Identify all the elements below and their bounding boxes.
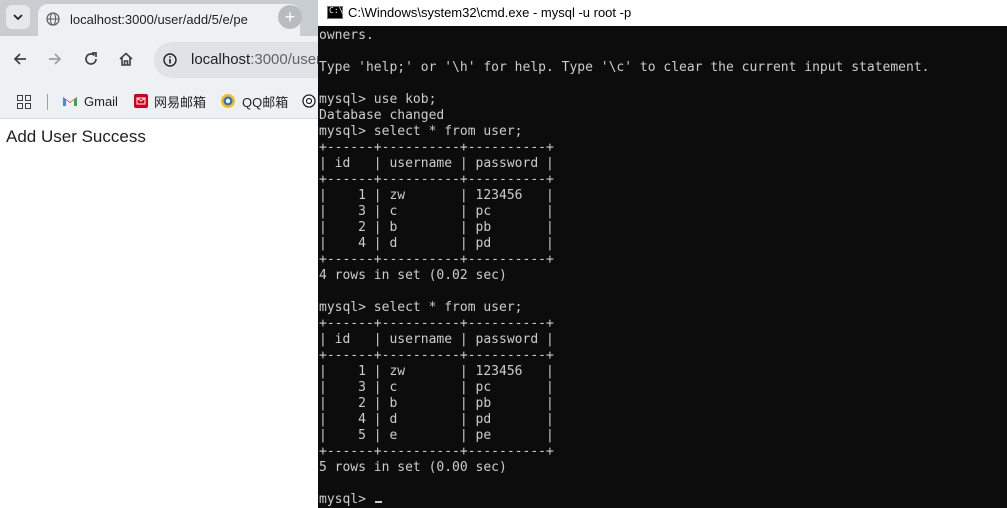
tab-title: localhost:3000/user/add/5/e/pe [70, 12, 248, 27]
cmd-app-icon: C:\ [327, 6, 343, 19]
browser-tab[interactable]: localhost:3000/user/add/5/e/pe ✕ [38, 4, 300, 36]
reload-button[interactable] [80, 48, 102, 70]
arrow-right-icon [49, 53, 62, 65]
netease-mail-icon [134, 94, 148, 108]
bookmark-gmail[interactable]: Gmail [62, 90, 118, 112]
console-line: +------+----------+----------+ [319, 172, 554, 187]
site-info-icon[interactable] [163, 53, 177, 67]
gmail-icon [63, 97, 77, 106]
arrow-left-icon [13, 53, 26, 65]
console-line: mysql> select * from user; [319, 300, 523, 315]
console-line: | 2 | b | pb | [319, 220, 554, 235]
console-line: +------+----------+----------+ [319, 316, 554, 331]
openai-icon [302, 94, 316, 108]
globe-icon [46, 12, 60, 26]
address-host: localhost [191, 51, 251, 68]
console-line: +------+----------+----------+ [319, 252, 554, 267]
console-line: | 1 | zw | 123456 | [319, 188, 554, 203]
tab-search-button[interactable] [6, 5, 30, 29]
bookmark-label: 网易邮箱 [154, 94, 207, 110]
new-tab-button[interactable]: + [278, 5, 302, 29]
console-line: Type 'help;' or '\h' for help. Type '\c'… [319, 60, 930, 75]
page-message: Add User Success [6, 127, 146, 146]
console-line: +------+----------+----------+ [319, 140, 554, 155]
console-line: Database changed [319, 108, 445, 123]
address-text: localhost:3000/user/add/5/e/pe [191, 51, 318, 68]
console-output[interactable]: owners. Type 'help;' or '\h' for help. T… [319, 28, 929, 508]
reload-icon [85, 52, 97, 65]
console-line: mysql> [319, 492, 929, 508]
console-line: | id | username | password | [319, 332, 554, 347]
bookmark-partial[interactable] [302, 90, 318, 112]
cmd-window-title: C:\Windows\system32\cmd.exe - mysql -u r… [348, 5, 632, 20]
console-line: +------+----------+----------+ [319, 444, 554, 459]
home-button[interactable] [115, 48, 137, 70]
text-cursor [374, 501, 382, 503]
cmd-window[interactable]: C:\ C:\Windows\system32\cmd.exe - mysql … [318, 0, 1007, 508]
cmd-titlebar[interactable]: C:\ C:\Windows\system32\cmd.exe - mysql … [318, 0, 1007, 26]
console-line: mysql> use kob; [319, 92, 437, 107]
console-line: | 1 | zw | 123456 | [319, 364, 554, 379]
bookmark-label: Gmail [84, 93, 118, 109]
console-line: owners. [319, 28, 374, 43]
bookmark-qq-mail[interactable]: QQ邮箱 [220, 90, 288, 112]
browser-toolbar: localhost:3000/user/add/5/e/pe [0, 36, 318, 84]
console-line: | 3 | c | pc | [319, 204, 554, 219]
console-line: mysql> select * from user; [319, 124, 523, 139]
bookmark-label: QQ邮箱 [242, 94, 289, 110]
console-line: | 3 | c | pc | [319, 380, 554, 395]
console-line: | 4 | d | pd | [319, 412, 554, 427]
cmd-icon-text: C:\ [329, 6, 344, 15]
console-line: | 5 | e | pe | [319, 428, 554, 443]
console-line: 4 rows in set (0.02 sec) [319, 268, 507, 283]
address-bar[interactable]: localhost:3000/user/add/5/e/pe [154, 42, 318, 78]
chevron-down-icon [13, 14, 23, 21]
back-button[interactable] [9, 48, 31, 70]
apps-grid-icon [17, 95, 31, 109]
console-line: +------+----------+----------+ [319, 348, 554, 363]
bookmarks-divider [47, 94, 48, 110]
bookmark-netease-mail[interactable]: 网易邮箱 [134, 90, 206, 112]
browser-window: localhost:3000/user/add/5/e/pe ✕ + local… [0, 0, 318, 508]
qq-mail-icon [221, 94, 235, 108]
forward-button[interactable] [44, 48, 66, 70]
console-line: 5 rows in set (0.00 sec) [319, 460, 507, 475]
address-path: :3000/user/add/5/e/pe [250, 51, 318, 68]
console-line: | 2 | b | pb | [319, 396, 554, 411]
bookmarks-bar: Gmail 网易邮箱 QQ邮箱 [0, 84, 318, 119]
console-line: | 4 | d | pd | [319, 236, 554, 251]
tab-strip: localhost:3000/user/add/5/e/pe ✕ + [0, 0, 318, 36]
home-icon [119, 52, 133, 66]
apps-button[interactable] [17, 91, 37, 113]
console-line: | id | username | password | [319, 156, 554, 171]
